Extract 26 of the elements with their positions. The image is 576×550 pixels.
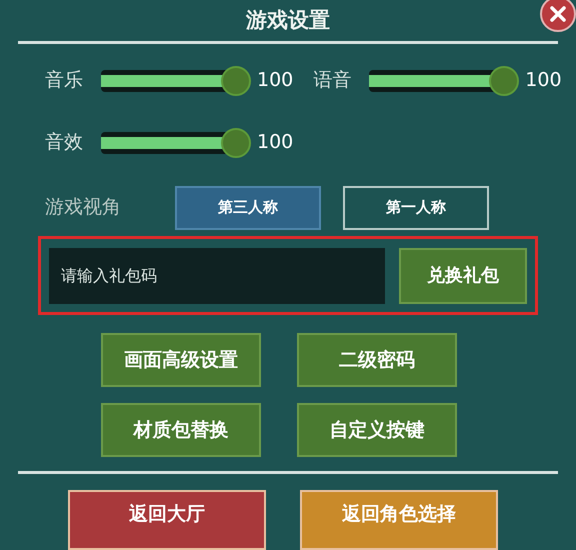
settings-button[interactable]: 画面高级设置 — [101, 333, 261, 388]
nav-button[interactable]: 返回大厅 — [68, 490, 266, 550]
volume-slider[interactable] — [101, 66, 251, 96]
slider-value: 100 — [257, 68, 294, 94]
slider-value: 100 — [525, 68, 562, 94]
close-icon — [549, 5, 567, 23]
slider-thumb[interactable] — [221, 128, 251, 158]
redeem-button[interactable]: 兑换礼包 — [399, 248, 527, 304]
slider-thumb[interactable] — [221, 66, 251, 96]
slider-label: 音乐 — [45, 68, 84, 94]
settings-button[interactable]: 自定义按键 — [297, 403, 457, 458]
slider-thumb[interactable] — [489, 66, 520, 96]
volume-slider[interactable] — [369, 66, 520, 96]
settings-button[interactable]: 二级密码 — [297, 333, 457, 388]
settings-button[interactable]: 材质包替换 — [101, 403, 261, 458]
view-option[interactable]: 第三人称 — [175, 186, 321, 230]
nav-button[interactable]: 返回角色选择 — [300, 490, 498, 550]
window-title: 游戏设置 — [246, 6, 330, 34]
gift-code-field[interactable]: 请输入礼包码 — [49, 248, 386, 304]
slider-label: 语音 — [313, 68, 352, 94]
slider-label: 音效 — [45, 130, 84, 156]
view-label: 游戏视角 — [45, 195, 122, 220]
close-button[interactable] — [540, 0, 576, 32]
view-option[interactable]: 第一人称 — [343, 186, 489, 230]
slider-value: 100 — [257, 130, 294, 156]
volume-slider[interactable] — [101, 128, 251, 158]
